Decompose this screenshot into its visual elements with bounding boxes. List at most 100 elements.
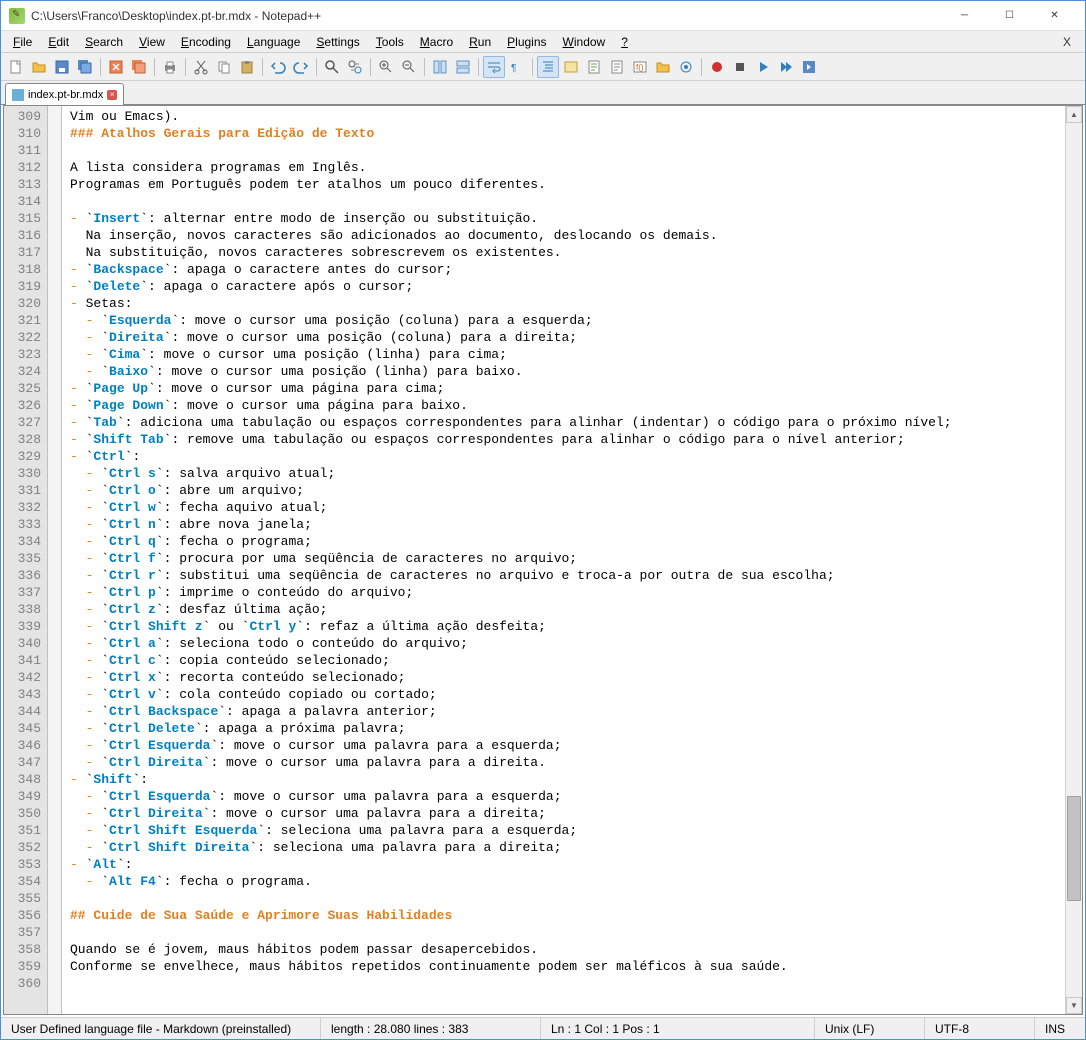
menu-language[interactable]: Language xyxy=(239,33,308,51)
code-line[interactable]: - `Ctrl Shift z` ou `Ctrl y`: refaz a úl… xyxy=(70,618,1057,635)
wordwrap-icon[interactable] xyxy=(483,56,505,78)
replace-icon[interactable] xyxy=(344,56,366,78)
code-line[interactable]: ## Cuide de Sua Saúde e Aprimore Suas Ha… xyxy=(70,907,1057,924)
code-line[interactable]: ### Atalhos Gerais para Edição de Texto xyxy=(70,125,1057,142)
copy-icon[interactable] xyxy=(213,56,235,78)
undo-icon[interactable] xyxy=(267,56,289,78)
print-icon[interactable] xyxy=(159,56,181,78)
doc-list-icon[interactable] xyxy=(606,56,628,78)
status-encoding[interactable]: UTF-8 xyxy=(925,1018,1035,1039)
titlebar[interactable]: C:\Users\Franco\Desktop\index.pt-br.mdx … xyxy=(1,1,1085,31)
zoom-out-icon[interactable] xyxy=(398,56,420,78)
minimize-button[interactable]: ─ xyxy=(942,2,987,30)
code-line[interactable]: - `Ctrl Delete`: apaga a próxima palavra… xyxy=(70,720,1057,737)
save-icon[interactable] xyxy=(51,56,73,78)
status-eol[interactable]: Unix (LF) xyxy=(815,1018,925,1039)
code-line[interactable]: Programas em Português podem ter atalhos… xyxy=(70,176,1057,193)
monitor-icon[interactable] xyxy=(675,56,697,78)
code-line[interactable]: - `Ctrl Esquerda`: move o cursor uma pal… xyxy=(70,788,1057,805)
tab-file[interactable]: index.pt-br.mdx × xyxy=(5,83,124,105)
code-line[interactable]: - `Ctrl w`: fecha aquivo atual; xyxy=(70,499,1057,516)
menu-[interactable]: ? xyxy=(613,33,636,51)
code-line[interactable]: - `Ctrl a`: seleciona todo o conteúdo do… xyxy=(70,635,1057,652)
close-file-icon[interactable] xyxy=(105,56,127,78)
code-line[interactable]: - `Ctrl p`: imprime o conteúdo do arquiv… xyxy=(70,584,1057,601)
code-line[interactable]: - `Ctrl`: xyxy=(70,448,1057,465)
all-chars-icon[interactable]: ¶ xyxy=(506,56,528,78)
code-line[interactable]: - `Esquerda`: move o cursor uma posição … xyxy=(70,312,1057,329)
code-line[interactable]: - `Ctrl x`: recorta conteúdo selecionado… xyxy=(70,669,1057,686)
stop-icon[interactable] xyxy=(729,56,751,78)
menu-encoding[interactable]: Encoding xyxy=(173,33,239,51)
save-macro-icon[interactable] xyxy=(798,56,820,78)
menu-tools[interactable]: Tools xyxy=(368,33,412,51)
sync-v-icon[interactable] xyxy=(429,56,451,78)
close-button[interactable]: ✕ xyxy=(1032,2,1077,30)
code-line[interactable]: - `Alt F4`: fecha o programa. xyxy=(70,873,1057,890)
menu-window[interactable]: Window xyxy=(555,33,614,51)
folder-icon[interactable] xyxy=(652,56,674,78)
find-icon[interactable] xyxy=(321,56,343,78)
record-icon[interactable] xyxy=(706,56,728,78)
code-line[interactable] xyxy=(70,924,1057,941)
close-all-icon[interactable] xyxy=(128,56,150,78)
status-mode[interactable]: INS xyxy=(1035,1018,1085,1039)
code-line[interactable]: Conforme se envelhece, maus hábitos repe… xyxy=(70,958,1057,975)
playmulti-icon[interactable] xyxy=(775,56,797,78)
code-line[interactable]: - `Baixo`: move o cursor uma posição (li… xyxy=(70,363,1057,380)
code-line[interactable]: - `Page Up`: move o cursor uma página pa… xyxy=(70,380,1057,397)
menu-run[interactable]: Run xyxy=(461,33,499,51)
code-line[interactable]: - `Ctrl Shift Direita`: seleciona uma pa… xyxy=(70,839,1057,856)
save-all-icon[interactable] xyxy=(74,56,96,78)
redo-icon[interactable] xyxy=(290,56,312,78)
code-line[interactable]: - `Ctrl r`: substitui uma seqüência de c… xyxy=(70,567,1057,584)
code-line[interactable]: - `Shift`: xyxy=(70,771,1057,788)
code-line[interactable]: Na inserção, novos caracteres são adicio… xyxy=(70,227,1057,244)
indent-guide-icon[interactable] xyxy=(537,56,559,78)
code-line[interactable]: - `Ctrl z`: desfaz última ação; xyxy=(70,601,1057,618)
udl-icon[interactable] xyxy=(560,56,582,78)
code-line[interactable]: - `Ctrl Direita`: move o cursor uma pala… xyxy=(70,805,1057,822)
maximize-button[interactable]: ☐ xyxy=(987,2,1032,30)
code-line[interactable]: - `Insert`: alternar entre modo de inser… xyxy=(70,210,1057,227)
code-line[interactable] xyxy=(70,193,1057,210)
cut-icon[interactable] xyxy=(190,56,212,78)
code-line[interactable]: - `Cima`: move o cursor uma posição (lin… xyxy=(70,346,1057,363)
func-list-icon[interactable]: f() xyxy=(629,56,651,78)
code-line[interactable]: - `Alt`: xyxy=(70,856,1057,873)
code-line[interactable]: - `Ctrl o`: abre um arquivo; xyxy=(70,482,1057,499)
code-line[interactable]: - `Ctrl c`: copia conteúdo selecionado; xyxy=(70,652,1057,669)
code-line[interactable]: - `Direita`: move o cursor uma posição (… xyxy=(70,329,1057,346)
code-line[interactable] xyxy=(70,142,1057,159)
code-line[interactable]: A lista considera programas em Inglês. xyxy=(70,159,1057,176)
tab-close-icon[interactable]: × xyxy=(107,90,117,100)
menu-edit[interactable]: Edit xyxy=(40,33,77,51)
scrollbar-thumb[interactable] xyxy=(1067,796,1081,901)
code-view[interactable]: Vim ou Emacs).### Atalhos Gerais para Ed… xyxy=(62,106,1065,1014)
code-line[interactable]: - `Shift Tab`: remove uma tabulação ou e… xyxy=(70,431,1057,448)
menu-macro[interactable]: Macro xyxy=(412,33,461,51)
scroll-down-icon[interactable]: ▼ xyxy=(1066,997,1082,1014)
status-language[interactable]: User Defined language file - Markdown (p… xyxy=(1,1018,321,1039)
scrollbar-track[interactable] xyxy=(1066,123,1082,997)
code-line[interactable]: - `Delete`: apaga o caractere após o cur… xyxy=(70,278,1057,295)
menu-settings[interactable]: Settings xyxy=(308,33,367,51)
code-line[interactable] xyxy=(70,890,1057,907)
doc-map-icon[interactable] xyxy=(583,56,605,78)
vertical-scrollbar[interactable]: ▲ ▼ xyxy=(1065,106,1082,1014)
code-line[interactable]: Vim ou Emacs). xyxy=(70,108,1057,125)
menu-plugins[interactable]: Plugins xyxy=(499,33,554,51)
code-line[interactable]: - `Ctrl f`: procura por uma seqüência de… xyxy=(70,550,1057,567)
code-line[interactable]: - `Page Down`: move o cursor uma página … xyxy=(70,397,1057,414)
code-line[interactable]: - `Ctrl Esquerda`: move o cursor uma pal… xyxy=(70,737,1057,754)
zoom-in-icon[interactable] xyxy=(375,56,397,78)
code-line[interactable]: - `Ctrl n`: abre nova janela; xyxy=(70,516,1057,533)
scroll-up-icon[interactable]: ▲ xyxy=(1066,106,1082,123)
new-file-icon[interactable] xyxy=(5,56,27,78)
menu-search[interactable]: Search xyxy=(77,33,131,51)
open-file-icon[interactable] xyxy=(28,56,50,78)
sync-h-icon[interactable] xyxy=(452,56,474,78)
menu-close-x[interactable]: X xyxy=(1053,35,1081,49)
code-line[interactable]: - `Ctrl s`: salva arquivo atual; xyxy=(70,465,1057,482)
code-line[interactable]: - `Ctrl q`: fecha o programa; xyxy=(70,533,1057,550)
